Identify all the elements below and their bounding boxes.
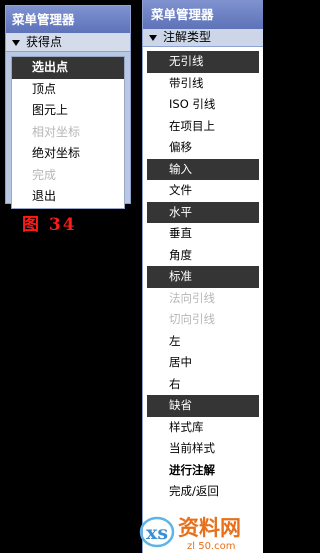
menu-item[interactable]: 偏移	[147, 137, 259, 159]
menu-item[interactable]: 文件	[147, 180, 259, 202]
menu-item[interactable]: 完成	[12, 165, 124, 187]
menu-list: 选出点 顶点 图元上 相对坐标 绝对坐标 完成 退出	[11, 56, 125, 209]
menu-item[interactable]: 无引线	[147, 51, 259, 73]
menu-item[interactable]: 顶点	[12, 79, 124, 101]
menu-item[interactable]: 进行注解	[147, 460, 259, 482]
watermark-logo: xs 资料网 zl 50.com	[139, 516, 241, 552]
menu-item[interactable]: 垂直	[147, 223, 259, 245]
menu-item[interactable]: 完成/返回	[147, 481, 259, 503]
menu-title: 菜单管理器	[143, 0, 263, 29]
menu-item[interactable]: 相对坐标	[12, 122, 124, 144]
menu-item[interactable]: 退出	[12, 186, 124, 208]
menu-item[interactable]: 在项目上	[147, 116, 259, 138]
watermark-url: zl 50.com	[187, 541, 235, 552]
menu-item[interactable]: 带引线	[147, 73, 259, 95]
menu-item[interactable]: 选出点	[12, 57, 124, 79]
menu-title: 菜单管理器	[6, 6, 130, 33]
menu-item[interactable]: 右	[147, 374, 259, 396]
menu-item[interactable]: 切向引线	[147, 309, 259, 331]
menu-item[interactable]: 角度	[147, 245, 259, 267]
menu-item[interactable]: 法向引线	[147, 288, 259, 310]
menu-subtitle-label: 获得点	[26, 35, 63, 49]
logo-mark: xs	[146, 522, 168, 544]
menu-list: 无引线 带引线 ISO 引线 在项目上 偏移 输入 文件 水平 垂直 角度 标准…	[147, 51, 259, 503]
left-menu-manager: 菜单管理器 获得点 选出点 顶点 图元上 相对坐标 绝对坐标 完成 退出	[5, 5, 131, 209]
chevron-down-icon	[12, 39, 20, 46]
menu-item[interactable]: 绝对坐标	[12, 143, 124, 165]
menu-subtitle[interactable]: 注解类型	[143, 29, 263, 47]
menu-subtitle[interactable]: 获得点	[6, 33, 130, 52]
menu-item[interactable]: 当前样式	[147, 438, 259, 460]
menu-item[interactable]: 缺省	[147, 395, 259, 417]
menu-item[interactable]: ISO 引线	[147, 94, 259, 116]
figure-caption: 图 34	[22, 215, 77, 235]
right-menu-manager: 菜单管理器 注解类型 无引线 带引线 ISO 引线 在项目上 偏移 输入 文件 …	[142, 0, 263, 553]
menu-item[interactable]: 左	[147, 331, 259, 353]
menu-item[interactable]: 样式库	[147, 417, 259, 439]
menu-item[interactable]: 输入	[147, 158, 259, 180]
menu-subtitle-label: 注解类型	[163, 30, 212, 44]
watermark-title: 资料网	[178, 516, 241, 540]
menu-item[interactable]: 居中	[147, 352, 259, 374]
menu-item[interactable]: 图元上	[12, 100, 124, 122]
menu-item[interactable]: 水平	[147, 201, 259, 223]
menu-item[interactable]: 标准	[147, 266, 259, 288]
chevron-down-icon	[149, 34, 157, 41]
